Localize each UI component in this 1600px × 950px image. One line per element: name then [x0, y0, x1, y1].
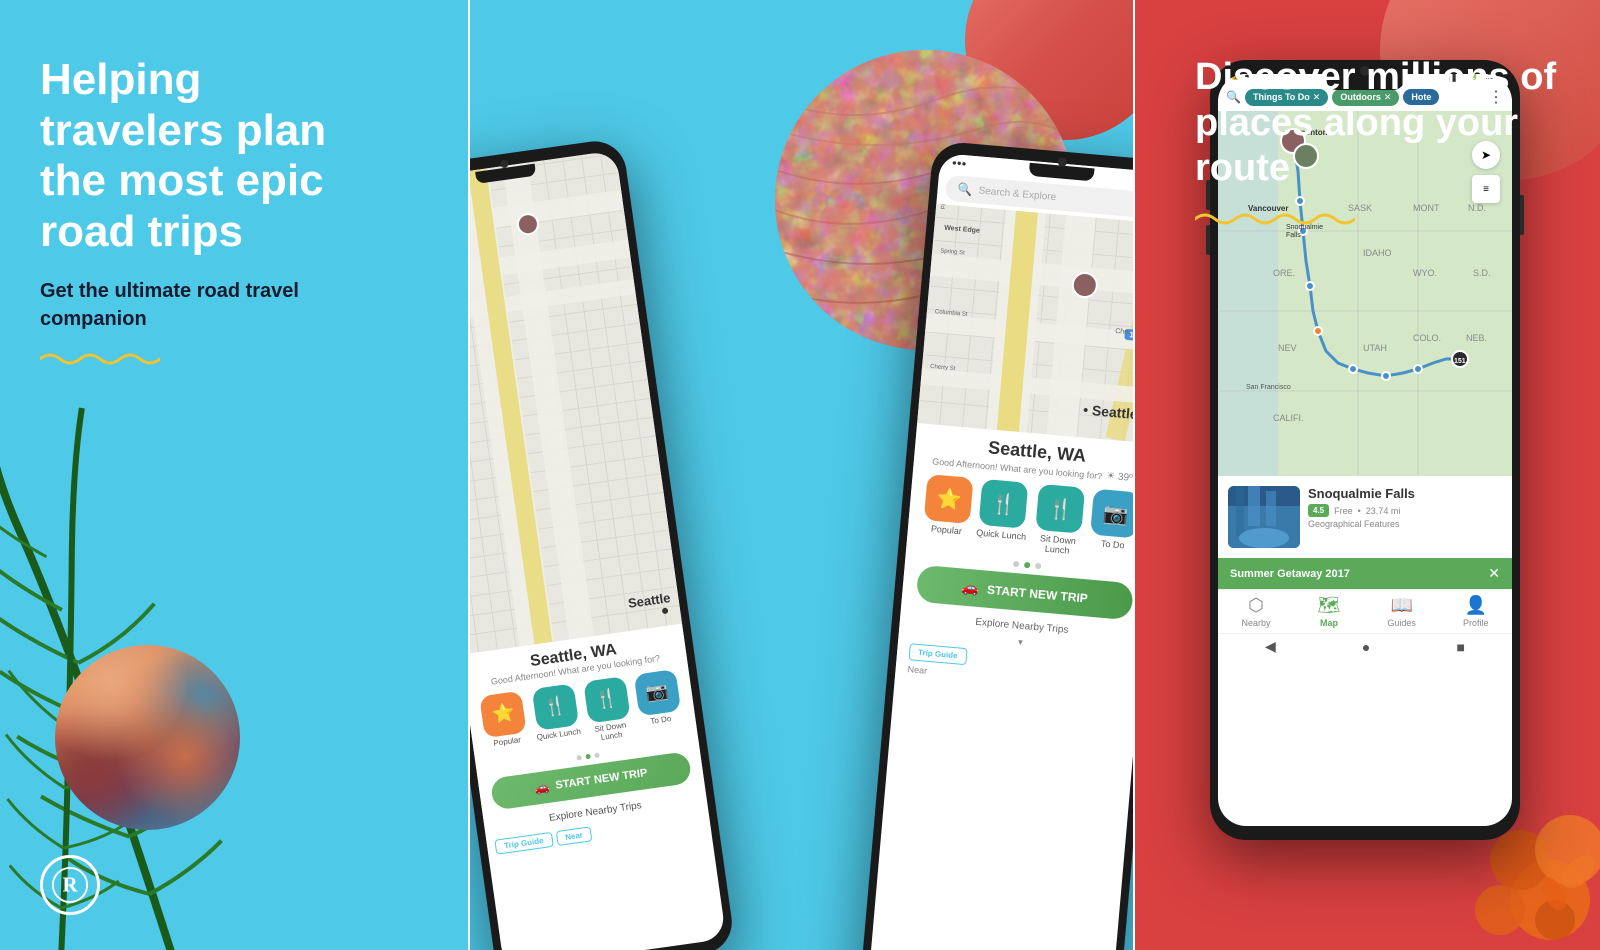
- place-category: Geographical Features: [1308, 519, 1502, 529]
- profile-tab-label: Profile: [1463, 618, 1489, 628]
- tab-map[interactable]: 🗺 Map: [1318, 595, 1341, 628]
- category-things-to-do[interactable]: 📷 To Do: [633, 669, 683, 736]
- trip-name: Summer Getaway 2017: [1230, 568, 1350, 580]
- left-separator: [468, 0, 470, 950]
- trip-guide-label: Trip Guide: [504, 836, 544, 850]
- nearby-label: Near: [565, 830, 584, 841]
- tab-guides[interactable]: 📖 Guides: [1387, 595, 1416, 628]
- svg-text:IDAHO: IDAHO: [1363, 248, 1392, 258]
- roadtrippers-logo: R: [40, 855, 100, 915]
- svg-text:NEB.: NEB.: [1466, 333, 1487, 343]
- nearby-label-tag[interactable]: Near: [555, 826, 593, 846]
- sit-down-icon: 🍴: [583, 676, 630, 723]
- place-info: Snoqualmie Falls 4.5 Free • 23.74 mi Geo…: [1308, 486, 1502, 529]
- profile-tab-icon: 👤: [1465, 595, 1487, 616]
- left-panel: Helping travelers plan the most epic roa…: [0, 0, 470, 950]
- guides-tab-icon: 📖: [1390, 595, 1412, 616]
- headline: Helping travelers plan the most epic roa…: [40, 55, 370, 257]
- category-sit-down-lunch[interactable]: 🍴 Sit Down Lunch: [583, 676, 633, 743]
- phone2-carrier: ●●●: [952, 158, 967, 168]
- android-nav-bar: ◀ ● ■: [1218, 633, 1512, 659]
- start-trip-label: START NEW TRIP: [555, 767, 648, 792]
- middle-separator: [1133, 0, 1135, 950]
- trip-close-btn[interactable]: ✕: [1488, 565, 1500, 582]
- home-btn[interactable]: ●: [1362, 639, 1370, 655]
- map-tab-label: Map: [1320, 618, 1338, 628]
- svg-text:R: R: [62, 873, 78, 897]
- place-rating: 4.5: [1308, 504, 1329, 517]
- right-headline: Discover millions of places along your r…: [1195, 55, 1575, 192]
- place-card: Snoqualmie Falls 4.5 Free • 23.74 mi Geo…: [1218, 476, 1512, 558]
- svg-text:151: 151: [1454, 358, 1466, 365]
- place-name: Snoqualmie Falls: [1308, 486, 1502, 501]
- trip-guide-tag-2[interactable]: Trip Guide: [908, 643, 967, 665]
- svg-text:WYO.: WYO.: [1413, 268, 1437, 278]
- category-quick-lunch[interactable]: 🍴 Quick Lunch: [530, 683, 583, 751]
- svg-text:ORE.: ORE.: [1273, 268, 1295, 278]
- middle-panel: Seattle Spring St Columbia St Cherry St …: [470, 0, 1135, 950]
- phone2-map: • Seattle Pike Spring St Columbia St Che…: [917, 204, 1135, 444]
- right-text-block: Discover millions of places along your r…: [1195, 55, 1575, 230]
- svg-text:COLO.: COLO.: [1413, 333, 1441, 343]
- search-icon: 🔍: [957, 182, 973, 197]
- city-photo-inner: [55, 645, 240, 830]
- quick-lunch-icon: 🍴: [531, 683, 578, 730]
- recents-btn[interactable]: ■: [1456, 639, 1464, 655]
- waterfall-image: [1228, 486, 1300, 548]
- logo-icon: R: [51, 866, 89, 904]
- city-photo-circle: [55, 645, 240, 830]
- svg-text:CALIFI.: CALIFI.: [1273, 413, 1304, 423]
- start-trip-label-2: START NEW TRIP: [986, 582, 1088, 605]
- subheadline: Get the ultimate road travel companion: [40, 277, 340, 333]
- cat-quick-lunch[interactable]: 🍴 Quick Lunch: [975, 479, 1031, 552]
- svg-text:San Francisco: San Francisco: [1246, 384, 1291, 391]
- cat-to-do[interactable]: 📷 To Do: [1089, 489, 1135, 562]
- map-tab-icon: 🗺: [1318, 595, 1341, 616]
- phone-1: Seattle Spring St Columbia St Cherry St …: [470, 137, 736, 950]
- svg-text:S.D.: S.D.: [1473, 268, 1491, 278]
- trip-guide-tag[interactable]: Trip Guide: [494, 831, 553, 854]
- cat-popular[interactable]: ⭐ Popular: [922, 474, 974, 547]
- nearby-tab-icon: ⬡: [1248, 595, 1264, 616]
- place-thumbnail: [1228, 486, 1300, 548]
- svg-text:UTAH: UTAH: [1363, 343, 1387, 353]
- popular-icon: ⭐: [480, 690, 527, 737]
- svg-text:NEV: NEV: [1278, 343, 1297, 353]
- tab-profile[interactable]: 👤 Profile: [1463, 595, 1489, 628]
- popular-label: Popular: [493, 735, 522, 748]
- tab-nearby[interactable]: ⬡ Nearby: [1242, 595, 1271, 628]
- trip-bar: Summer Getaway 2017 ✕: [1218, 558, 1512, 589]
- cat-sit-down[interactable]: 🍴 Sit Down Lunch: [1032, 484, 1088, 557]
- guides-tab-label: Guides: [1387, 618, 1416, 628]
- category-popular[interactable]: ⭐ Popular: [480, 690, 530, 757]
- back-btn[interactable]: ◀: [1265, 638, 1276, 655]
- bottom-tab-bar: ⬡ Nearby 🗺 Map 📖 Guides 👤 Profile: [1218, 589, 1512, 633]
- place-distance: 23.74 mi: [1366, 506, 1401, 516]
- nearby-tab-label: Nearby: [1242, 618, 1271, 628]
- place-price: Free: [1334, 506, 1353, 516]
- right-panel: Discover millions of places along your r…: [1135, 0, 1600, 950]
- search-placeholder: Search & Explore: [978, 185, 1056, 203]
- right-squiggle: [1195, 208, 1355, 230]
- things-to-do-icon: 📷: [633, 669, 680, 716]
- things-to-do-label: To Do: [650, 714, 672, 726]
- left-text-block: Helping travelers plan the most epic roa…: [40, 55, 370, 369]
- svg-text:Falls: Falls: [1286, 232, 1301, 239]
- sit-down-label: Sit Down Lunch: [589, 719, 633, 743]
- squiggle-decoration: [40, 349, 160, 369]
- phone-1-screen: Seattle Spring St Columbia St Cherry St …: [470, 150, 726, 950]
